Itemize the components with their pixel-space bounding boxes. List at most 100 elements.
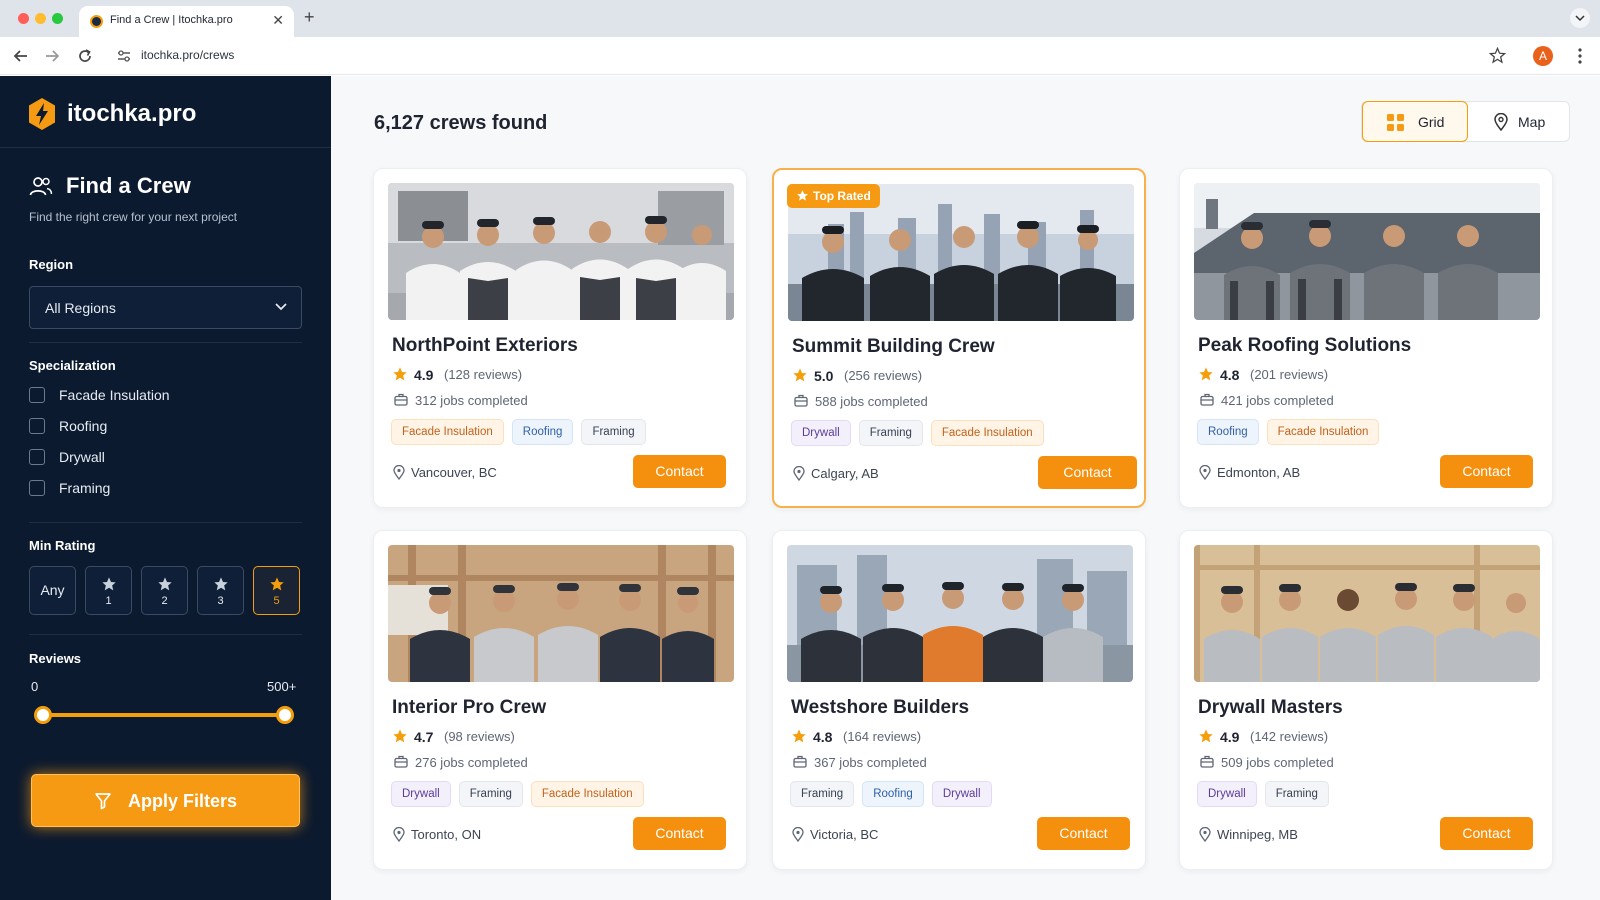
profile-avatar[interactable]: A — [1533, 46, 1553, 66]
briefcase-icon — [394, 393, 408, 406]
checkbox[interactable] — [29, 480, 45, 496]
crew-name[interactable]: Peak Roofing Solutions — [1198, 335, 1411, 357]
rating-1-button[interactable]: 1 — [85, 566, 132, 615]
rating-value: 3 — [217, 595, 224, 607]
forward-icon[interactable] — [43, 47, 61, 65]
reviews-range-track[interactable] — [43, 713, 285, 717]
browser-tab-strip: Find a Crew | Itochka.pro ✕ + — [0, 0, 1600, 37]
crew-photo — [1194, 545, 1540, 682]
sidebar-divider — [29, 634, 302, 635]
contact-button[interactable]: Contact — [633, 817, 726, 850]
rating-any-label: Any — [40, 582, 65, 598]
grid-icon — [1387, 114, 1404, 131]
tag-framing: Framing — [1264, 781, 1329, 807]
rating-3-button[interactable]: 3 — [197, 566, 244, 615]
crew-card[interactable]: Peak Roofing Solutions 4.8 (201 reviews)… — [1179, 168, 1553, 508]
rating-5-button[interactable]: 5 — [253, 566, 300, 615]
crew-name[interactable]: Interior Pro Crew — [392, 697, 546, 719]
crew-card[interactable]: Interior Pro Crew 4.7 (98 reviews) 276 j… — [373, 530, 747, 870]
page-subtitle: Find the right crew for your next projec… — [29, 210, 238, 224]
contact-button[interactable]: Contact — [1440, 455, 1533, 488]
crew-photo-image — [1194, 545, 1540, 682]
tag-facade-insulation: Facade Insulation — [930, 420, 1044, 446]
contact-button[interactable]: Contact — [1440, 817, 1533, 850]
back-icon[interactable] — [12, 47, 30, 65]
crew-rating: 4.9 — [414, 367, 434, 383]
star-icon — [102, 577, 116, 591]
reload-icon[interactable] — [76, 47, 94, 65]
location-pin-icon — [793, 466, 805, 481]
star-icon — [393, 729, 407, 743]
crew-card[interactable]: NorthPoint Exteriors 4.9 (128 reviews) 3… — [373, 168, 747, 508]
reviews-max-value: 500+ — [267, 679, 297, 694]
crew-name[interactable]: Westshore Builders — [791, 697, 969, 719]
browser-tab[interactable]: Find a Crew | Itochka.pro ✕ — [79, 6, 294, 37]
results-panel: 6,127 crews found Grid Map NorthPoint Ex… — [331, 76, 1600, 900]
crew-jobs: 312 jobs completed — [415, 393, 528, 408]
brand-logo-icon — [29, 98, 55, 130]
browser-menu-icon[interactable] — [1574, 47, 1586, 65]
window-maximize-button[interactable] — [52, 13, 63, 24]
specialization-tags: Drywall Framing Facade Insulation — [391, 781, 644, 807]
apply-filters-label: Apply Filters — [128, 791, 238, 811]
region-select[interactable]: All Regions — [29, 286, 302, 329]
crew-card[interactable]: Drywall Masters 4.9 (142 reviews) 509 jo… — [1179, 530, 1553, 870]
chevron-down-icon — [1575, 15, 1585, 22]
new-tab-icon[interactable]: + — [304, 7, 315, 28]
tag-drywall: Drywall — [1197, 781, 1257, 807]
checkbox-label: Facade Insulation — [59, 387, 170, 403]
star-icon — [214, 577, 228, 591]
reviews-label: Reviews — [29, 651, 82, 666]
tag-roofing: Roofing — [511, 419, 574, 445]
crew-jobs: 509 jobs completed — [1221, 755, 1334, 770]
window-close-button[interactable] — [18, 13, 29, 24]
crew-name[interactable]: NorthPoint Exteriors — [392, 335, 578, 357]
close-tab-icon[interactable]: ✕ — [272, 12, 284, 29]
crew-location: Vancouver, BC — [411, 465, 497, 480]
contact-button[interactable]: Contact — [633, 455, 726, 488]
page-title: Find a Crew — [66, 173, 191, 198]
contact-button[interactable]: Contact — [1037, 817, 1130, 850]
specialization-tags: Drywall Framing — [1197, 781, 1329, 807]
checkbox[interactable] — [29, 387, 45, 403]
rating-2-button[interactable]: 2 — [141, 566, 188, 615]
site-settings-icon[interactable] — [117, 49, 131, 63]
url-field[interactable]: itochka.pro/crews — [141, 48, 234, 62]
crew-rating: 4.7 — [414, 729, 434, 745]
crew-jobs: 588 jobs completed — [815, 394, 928, 409]
tag-roofing: Roofing — [1197, 419, 1259, 445]
crew-reviews: (98 reviews) — [444, 729, 515, 744]
crew-card[interactable]: Westshore Builders 4.8 (164 reviews) 367… — [772, 530, 1146, 870]
location-pin-icon — [1199, 827, 1211, 842]
tab-search-button[interactable] — [1570, 8, 1590, 28]
crew-photo — [388, 545, 734, 682]
crew-rating: 4.8 — [1220, 367, 1240, 383]
map-pin-icon[interactable] — [1494, 113, 1508, 131]
top-rated-badge: Top Rated — [787, 184, 880, 208]
tag-drywall: Drywall — [791, 420, 851, 446]
crew-name[interactable]: Drywall Masters — [1198, 697, 1343, 719]
badge-label: Top Rated — [813, 189, 871, 203]
star-icon — [270, 577, 284, 591]
crew-name[interactable]: Summit Building Crew — [792, 336, 995, 358]
grid-view-label: Grid — [1418, 114, 1445, 130]
checkbox[interactable] — [29, 418, 45, 434]
reviews-max-handle[interactable] — [276, 706, 294, 724]
results-count: 6,127 crews found — [374, 112, 548, 134]
crew-reviews: (164 reviews) — [843, 729, 922, 744]
reviews-min-handle[interactable] — [34, 706, 52, 724]
window-minimize-button[interactable] — [35, 13, 46, 24]
grid-view-button[interactable]: Grid — [1362, 101, 1468, 142]
star-icon — [792, 729, 806, 743]
apply-filters-button[interactable]: Apply Filters — [31, 774, 300, 827]
checkbox[interactable] — [29, 449, 45, 465]
briefcase-icon — [1200, 393, 1214, 406]
map-view-button[interactable]: Map — [1518, 114, 1545, 130]
crew-card[interactable]: Top Rated Summit Building Crew 5.0 (256 … — [772, 168, 1146, 508]
rating-any-button[interactable]: Any — [29, 566, 76, 615]
checkbox-label: Drywall — [59, 449, 105, 465]
bookmark-star-icon[interactable] — [1488, 46, 1507, 65]
crew-location: Calgary, AB — [811, 466, 879, 481]
contact-button[interactable]: Contact — [1038, 456, 1137, 489]
view-toggle: Grid Map — [1361, 101, 1570, 142]
